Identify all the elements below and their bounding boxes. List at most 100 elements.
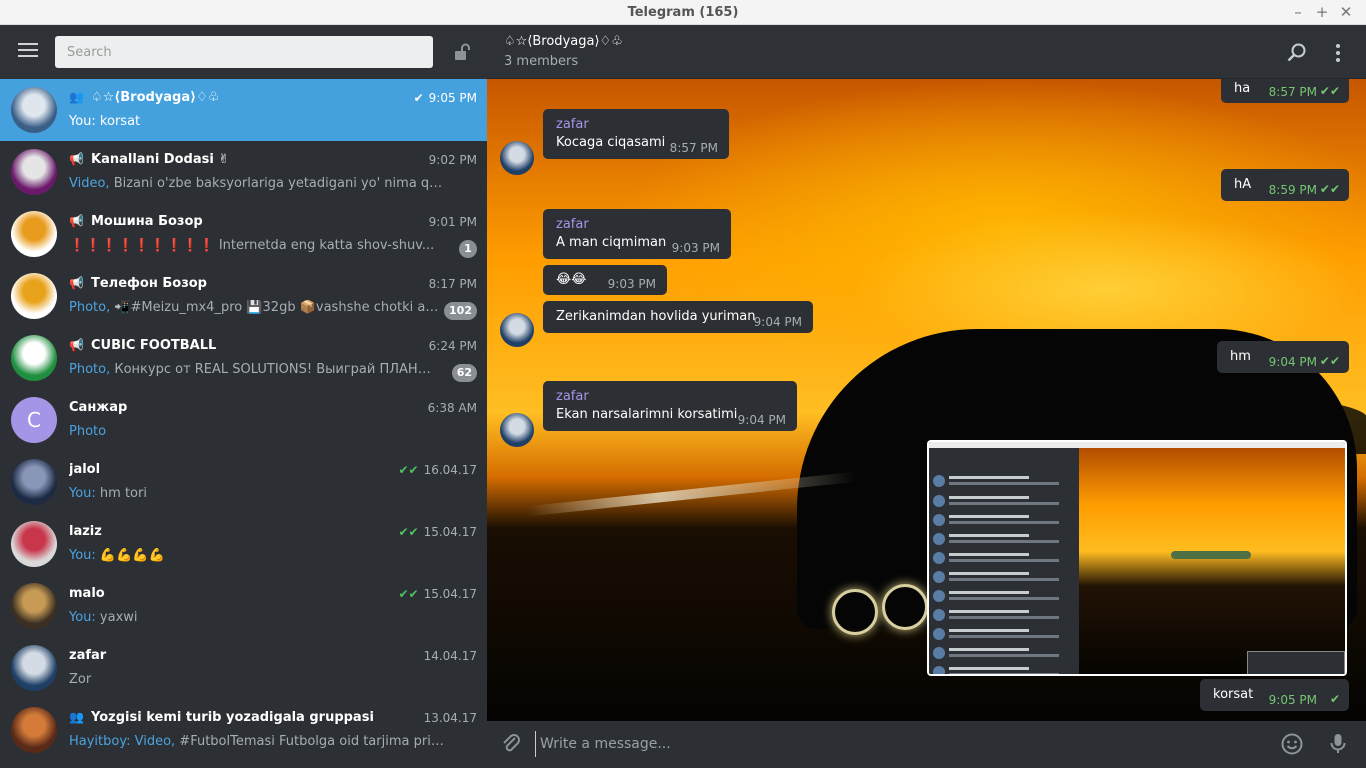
read-check-icon: ✔✔: [1319, 182, 1340, 196]
outgoing-message[interactable]: hm 9:04 PM ✔✔: [1217, 341, 1349, 373]
chat-list-item[interactable]: 📢 Телефон Бозор 8:17 PM Photo, 📲#Meizu_mx4_…: [0, 265, 487, 327]
read-check-icon: ✔✔: [1319, 354, 1340, 368]
search-icon[interactable]: [1286, 42, 1308, 64]
chat-header[interactable]: ♤☆⟨Brodyaga⟩♢♧ 3 members: [487, 25, 1366, 79]
message-text: ha: [1234, 81, 1251, 96]
shared-screenshot-image[interactable]: [927, 440, 1347, 676]
chat-time: 9:02 PM: [429, 153, 477, 167]
message-text: Kocaga ciqasami: [556, 135, 666, 150]
chat-name: zafar: [69, 648, 389, 666]
chat-name-text: laziz: [69, 524, 102, 539]
chat-preview-text: yaxwi: [95, 610, 138, 625]
chat-preview-text: korsat: [95, 114, 141, 129]
chat-preview-text: Internetda eng katta shov-shuv...: [214, 238, 435, 253]
chat-time-text: 9:02 PM: [428, 153, 477, 167]
channel-icon: 📢: [69, 152, 84, 166]
title-bar: Telegram (165) – + ✕: [0, 0, 1366, 25]
chat-preview: You: korsat: [69, 114, 444, 132]
emoji-icon[interactable]: [1280, 732, 1304, 756]
message-author[interactable]: zafar: [556, 217, 589, 232]
chat-name-text: zafar: [69, 648, 107, 663]
screenshot-notification: [1247, 651, 1345, 674]
chat-panel: ♤☆⟨Brodyaga⟩♢♧ 3 members ha 8:57 PM ✔✔ zafa…: [487, 25, 1366, 768]
chat-name: laziz: [69, 524, 389, 542]
menu-icon[interactable]: [18, 43, 38, 59]
search-input[interactable]: [55, 36, 433, 68]
message-input[interactable]: [535, 731, 1255, 757]
channel-icon: 📢: [69, 214, 84, 228]
outgoing-message[interactable]: ha 8:57 PM ✔✔: [1221, 79, 1349, 103]
message-author[interactable]: zafar: [556, 117, 589, 132]
chat-list-item[interactable]: zafar 14.04.17 Zor: [0, 637, 487, 699]
chat-list-item[interactable]: 👥 ♤☆⟨Brodyaga⟩♢♧ ✔ 9:05 PM You: korsat: [0, 79, 487, 141]
chat-name-text: malo: [69, 586, 105, 601]
message-text: Zerikanimdan hovlida yuriman: [556, 309, 756, 324]
unread-badge: 62: [451, 364, 477, 382]
chat-name-text: ♤☆⟨Brodyaga⟩♢♧: [91, 90, 220, 105]
chat-preview-text: Конкурс от REAL SOLUTIONS! Выиграй ПЛАНШ…: [110, 362, 444, 377]
incoming-message[interactable]: zafar Ekan narsalarimni korsatimi 9:04 PM: [543, 381, 797, 431]
chat-preview-text: Bizani o'zbe baksyorlariga yetadigani yo…: [113, 176, 444, 191]
incoming-message[interactable]: 😂😂 9:03 PM: [543, 265, 667, 295]
chat-list-item[interactable]: 📢 CUBIC FOOTBALL 6:24 PM Photo, Конкурс от …: [0, 327, 487, 389]
avatar: [11, 645, 57, 691]
chat-name: 👥 Yozgisi kemi turib yozadigala gruppasi: [69, 710, 389, 728]
read-check-icon: ✔: [1329, 692, 1340, 706]
chat-time: 6:38 AM: [428, 401, 477, 415]
chat-preview: Video, Bizani o'zbe baksyorlariga yetadi…: [69, 176, 444, 194]
chat-preview-text: #FutbolTemasi Futbolga oid tarjima priko…: [179, 734, 444, 749]
chat-member-count: 3 members: [504, 54, 579, 69]
message-time: 9:04 PM: [1268, 355, 1317, 369]
chat-name-text: jalol: [69, 462, 101, 477]
incoming-message[interactable]: Zerikanimdan hovlida yuriman 9:04 PM: [543, 301, 813, 333]
chat-list-item[interactable]: 👥 Yozgisi kemi turib yozadigala gruppasi 1…: [0, 699, 487, 761]
message-text: Ekan narsalarimni korsatimi: [556, 407, 738, 422]
avatar: С: [11, 397, 57, 443]
chat-preview-sender: You:: [69, 610, 96, 625]
chat-name: malo: [69, 586, 389, 604]
channel-icon: 📢: [69, 276, 84, 290]
message-text: A man ciqmiman: [556, 235, 667, 250]
avatar: [11, 707, 57, 753]
chat-time: ✔✔ 15.04.17: [398, 525, 477, 539]
attach-icon[interactable]: [499, 732, 523, 756]
chat-list-item[interactable]: 📢 Kanallani Dodasi ✌ 9:02 PM Video, Bizani …: [0, 141, 487, 203]
chat-preview-text: 📲#Meizu_mx4_pro 💾32gb 📦vashshe chotki ap…: [110, 300, 444, 315]
chat-preview: Photo: [69, 424, 444, 442]
more-icon[interactable]: [1327, 42, 1349, 64]
chat-time: ✔ 9:05 PM: [414, 91, 477, 105]
screenshot-chat-area: [1079, 448, 1345, 674]
minimize-button[interactable]: –: [1290, 3, 1306, 21]
message-text: hm: [1230, 349, 1251, 364]
channel-icon: 📢: [69, 338, 84, 352]
chat-preview: Photo, 📲#Meizu_mx4_pro 💾32gb 📦vashshe ch…: [69, 300, 444, 318]
chat-preview-sender: Photo: [69, 424, 107, 439]
chat-list-item[interactable]: malo ✔✔ 15.04.17 You: yaxwi: [0, 575, 487, 637]
chat-list-item[interactable]: 📢 Мошина Бозор 9:01 PM ❗❗❗❗❗❗❗❗❗ Internetda…: [0, 203, 487, 265]
chat-name: 📢 Мошина Бозор: [69, 214, 389, 232]
close-button[interactable]: ✕: [1338, 3, 1354, 21]
chat-name: Санжар: [69, 400, 389, 418]
unread-badge: 102: [444, 302, 477, 320]
chat-list-item[interactable]: laziz ✔✔ 15.04.17 You: 💪💪💪💪: [0, 513, 487, 575]
avatar: [11, 459, 57, 505]
chat-list-sidebar: 👥 ♤☆⟨Brodyaga⟩♢♧ ✔ 9:05 PM You: korsat 📢 Kanal…: [0, 25, 487, 768]
chat-list-item[interactable]: jalol ✔✔ 16.04.17 You: hm tori: [0, 451, 487, 513]
outgoing-message[interactable]: korsat 9:05 PM ✔: [1200, 679, 1349, 711]
outgoing-message[interactable]: hA 8:59 PM ✔✔: [1221, 169, 1349, 201]
incoming-message[interactable]: zafar Kocaga ciqasami 8:57 PM: [543, 109, 729, 159]
sender-avatar[interactable]: [500, 141, 534, 175]
chat-preview-sender: You:: [69, 486, 96, 501]
sender-avatar[interactable]: [500, 413, 534, 447]
sender-avatar[interactable]: [500, 313, 534, 347]
maximize-button[interactable]: +: [1314, 3, 1330, 21]
chat-history[interactable]: ha 8:57 PM ✔✔ zafar Kocaga ciqasami 8:57 PM hA…: [487, 79, 1366, 721]
chat-preview-text: 💪💪💪💪: [95, 548, 165, 563]
lock-icon[interactable]: [452, 42, 472, 62]
chat-list-item[interactable]: С Санжар 6:38 AM Photo: [0, 389, 487, 451]
incoming-message[interactable]: zafar A man ciqmiman 9:03 PM: [543, 209, 731, 259]
chat-name: 📢 Телефон Бозор: [69, 276, 389, 294]
message-author[interactable]: zafar: [556, 389, 589, 404]
mic-icon[interactable]: [1326, 732, 1350, 756]
chat-preview-text: hm tori: [95, 486, 147, 501]
